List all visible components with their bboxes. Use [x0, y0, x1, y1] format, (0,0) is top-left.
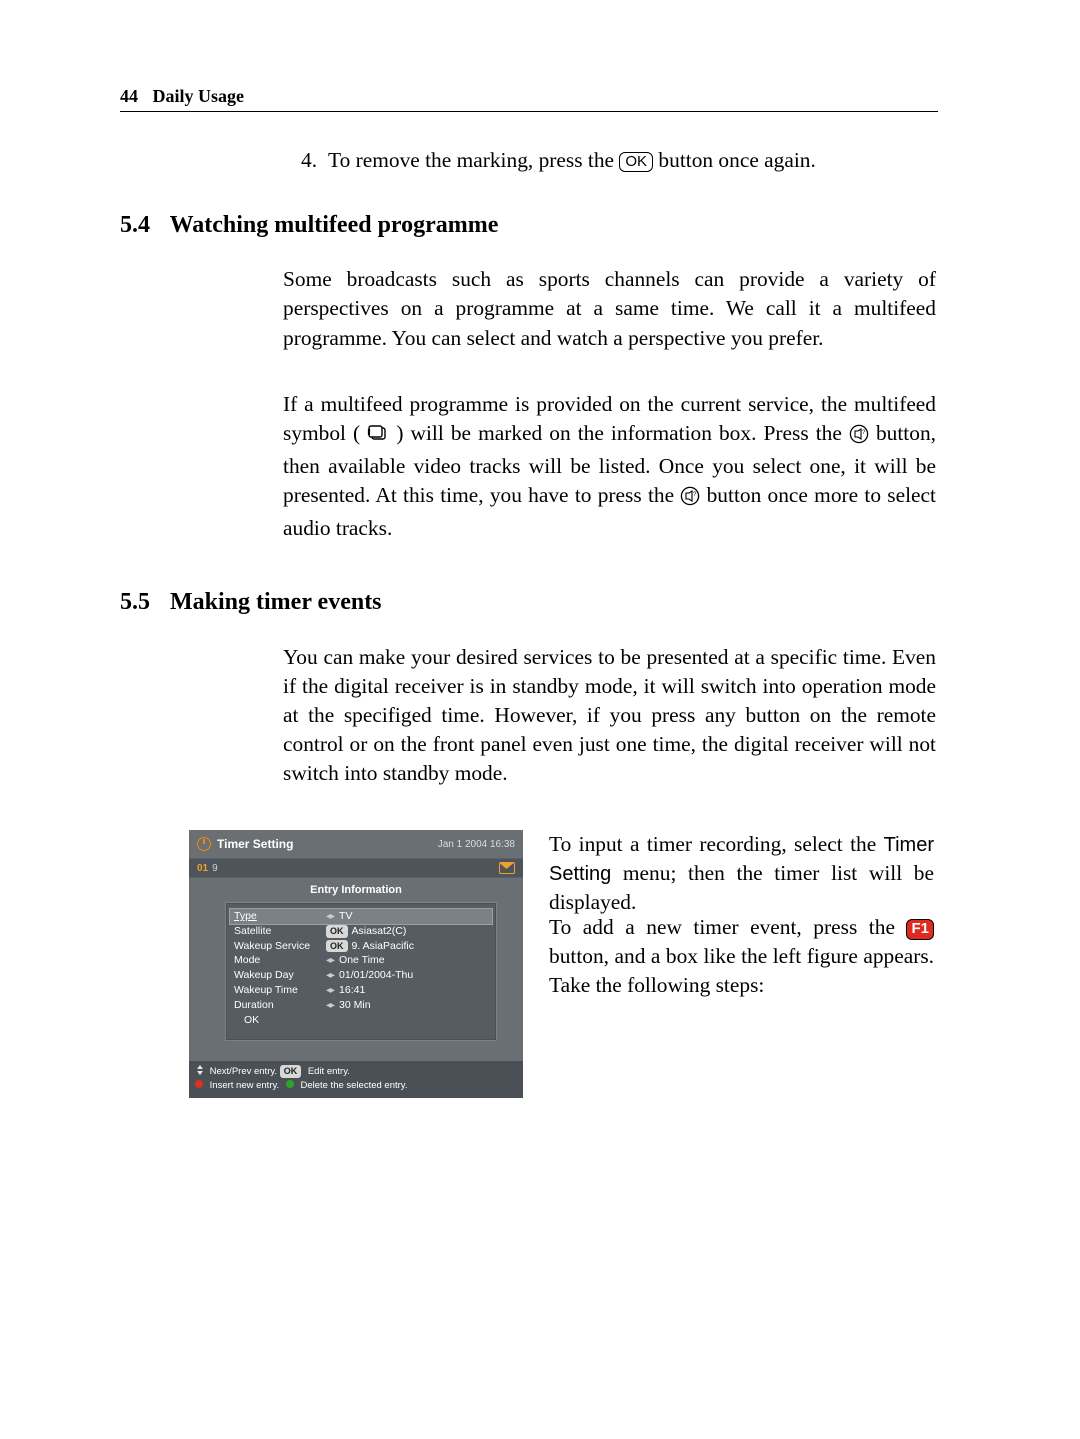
entry-row: Wakeup Day◂▸ 01/01/2004-Thu [234, 968, 488, 983]
section-5-5-para-1: You can make your desired services to be… [283, 643, 936, 789]
entry-row-value [336, 1013, 488, 1028]
entry-row: SatelliteOK Asiasat2(C) [234, 924, 488, 939]
osd-subheader: 01 9 [189, 858, 523, 878]
section-5-4-heading: 5.4 Watching multifeed programme [120, 212, 938, 239]
red-dot-icon [195, 1080, 203, 1088]
entry-row-label: OK [234, 1013, 336, 1028]
step-number: 4. [301, 146, 317, 175]
step-4: 4. To remove the marking, press the OK b… [283, 146, 936, 175]
osd-footer-line2: Insert new entry. Delete the selected en… [195, 1079, 517, 1092]
entry-row: OK [234, 1013, 488, 1028]
entry-row-value: ◂▸ 30 Min [326, 998, 488, 1013]
ok-pill-icon: OK [326, 940, 348, 953]
step-4-text-a: To remove the marking, press the [328, 148, 619, 172]
audio-button-icon-2: ? [680, 485, 700, 514]
lr-arrows-icon: ◂▸ [326, 970, 334, 981]
f1-key: F1 [906, 919, 934, 940]
section-5-5-number: 5.5 [120, 589, 150, 615]
section-5-5-title: Making timer events [170, 589, 382, 615]
rt1a: To input a timer recording, select the [549, 832, 884, 856]
rt2a: To add a new timer event, press the [549, 915, 906, 939]
p54b-b: ) will be marked on the information box.… [396, 421, 849, 445]
entry-row-label: Type [234, 909, 326, 924]
osd-datetime: Jan 1 2004 16:38 [438, 839, 515, 850]
osd-header: Timer Setting Jan 1 2004 16:38 [189, 830, 523, 858]
lr-arrows-icon: ◂▸ [326, 985, 334, 996]
entry-row-value-text: One Time [339, 954, 385, 966]
green-dot-icon [286, 1080, 294, 1088]
page: 44 Daily Usage 4. To remove the marking,… [0, 0, 1080, 1439]
section-5-5: 5.5 Making timer events [120, 589, 938, 616]
lr-arrows-icon: ◂▸ [326, 955, 334, 966]
foot1a: Next/Prev entry. [210, 1066, 280, 1077]
osd-title: Timer Setting [217, 837, 438, 851]
entry-row-value-text: 16:41 [339, 984, 365, 996]
multifeed-icon [367, 422, 389, 451]
entry-row-value: OK Asiasat2(C) [326, 924, 488, 939]
entry-row: Mode◂▸ One Time [234, 953, 488, 968]
foot1b: Edit entry. [308, 1066, 350, 1077]
section-5-4-para-1: Some broadcasts such as sports channels … [283, 265, 936, 353]
mail-icon [499, 862, 515, 874]
entry-row-label: Duration [234, 998, 326, 1013]
entry-row-label: Wakeup Service [234, 939, 326, 954]
ok-key: OK [619, 152, 653, 172]
entry-row: Duration◂▸ 30 Min [234, 998, 488, 1013]
entry-row-value: ◂▸ 16:41 [326, 983, 488, 998]
step-4-text-b: button once again. [658, 148, 815, 172]
right-text-1: To input a timer recording, select the T… [549, 830, 934, 917]
lr-arrows-icon: ◂▸ [326, 911, 334, 922]
osd-ch-major: 01 [197, 863, 208, 874]
entry-row-label: Wakeup Time [234, 983, 326, 998]
foot2a: Insert new entry. [210, 1080, 282, 1091]
entry-row: Wakeup ServiceOK 9. AsiaPacific [234, 939, 488, 954]
right-text-2: To add a new timer event, press the F1 b… [549, 913, 934, 1000]
svg-text:?: ? [862, 429, 866, 436]
svg-text:?: ? [693, 491, 697, 498]
timer-setting-screenshot: Timer Setting Jan 1 2004 16:38 01 9 Entr… [189, 830, 523, 1098]
entry-row-label: Wakeup Day [234, 968, 326, 983]
chapter-title: Daily Usage [153, 86, 245, 106]
section-5-4: 5.4 Watching multifeed programme [120, 212, 938, 239]
entry-row-value-text: 30 Min [339, 999, 371, 1011]
entry-row: Type◂▸ TV [230, 909, 492, 924]
entry-row-value-text: 9. AsiaPacific [352, 940, 414, 952]
entry-information-box: Type◂▸TVSatelliteOKAsiasat2(C)Wakeup Ser… [225, 902, 497, 1041]
entry-row-value: ◂▸ TV [326, 909, 488, 924]
osd-footer-line1: Next/Prev entry. OK Edit entry. [195, 1065, 517, 1078]
entry-row-value: ◂▸ 01/01/2004-Thu [326, 968, 488, 983]
entry-row-label: Mode [234, 953, 326, 968]
entry-information-title: Entry Information [189, 884, 523, 896]
ok-pill-icon: OK [326, 925, 348, 938]
osd-footer: Next/Prev entry. OK Edit entry. Insert n… [189, 1061, 523, 1098]
section-5-4-number: 5.4 [120, 212, 150, 238]
ok-pill-icon: OK [280, 1065, 302, 1078]
entry-row: Wakeup Time◂▸ 16:41 [234, 983, 488, 998]
section-5-5-heading: 5.5 Making timer events [120, 589, 938, 616]
entry-row-value-text: Asiasat2(C) [352, 925, 407, 937]
foot2b: Delete the selected entry. [300, 1080, 407, 1091]
page-number: 44 [120, 86, 138, 106]
page-header: 44 Daily Usage [120, 86, 938, 112]
audio-button-icon: ? [849, 423, 869, 452]
entry-row-value-text: TV [339, 910, 352, 922]
entry-row-value-text: 01/01/2004-Thu [339, 969, 413, 981]
entry-row-value: ◂▸ One Time [326, 953, 488, 968]
section-5-4-para-2: If a multifeed programme is provided on … [283, 390, 936, 544]
entry-row-label: Satellite [234, 924, 326, 939]
nav-arrows-icon [195, 1065, 205, 1075]
rt2b: button, and a box like the left figure a… [549, 944, 934, 997]
clock-icon [197, 837, 211, 851]
lr-arrows-icon: ◂▸ [326, 1000, 334, 1011]
entry-row-value: OK 9. AsiaPacific [326, 939, 488, 954]
section-5-4-title: Watching multifeed programme [170, 212, 499, 238]
osd-ch-minor: 9 [212, 863, 218, 874]
